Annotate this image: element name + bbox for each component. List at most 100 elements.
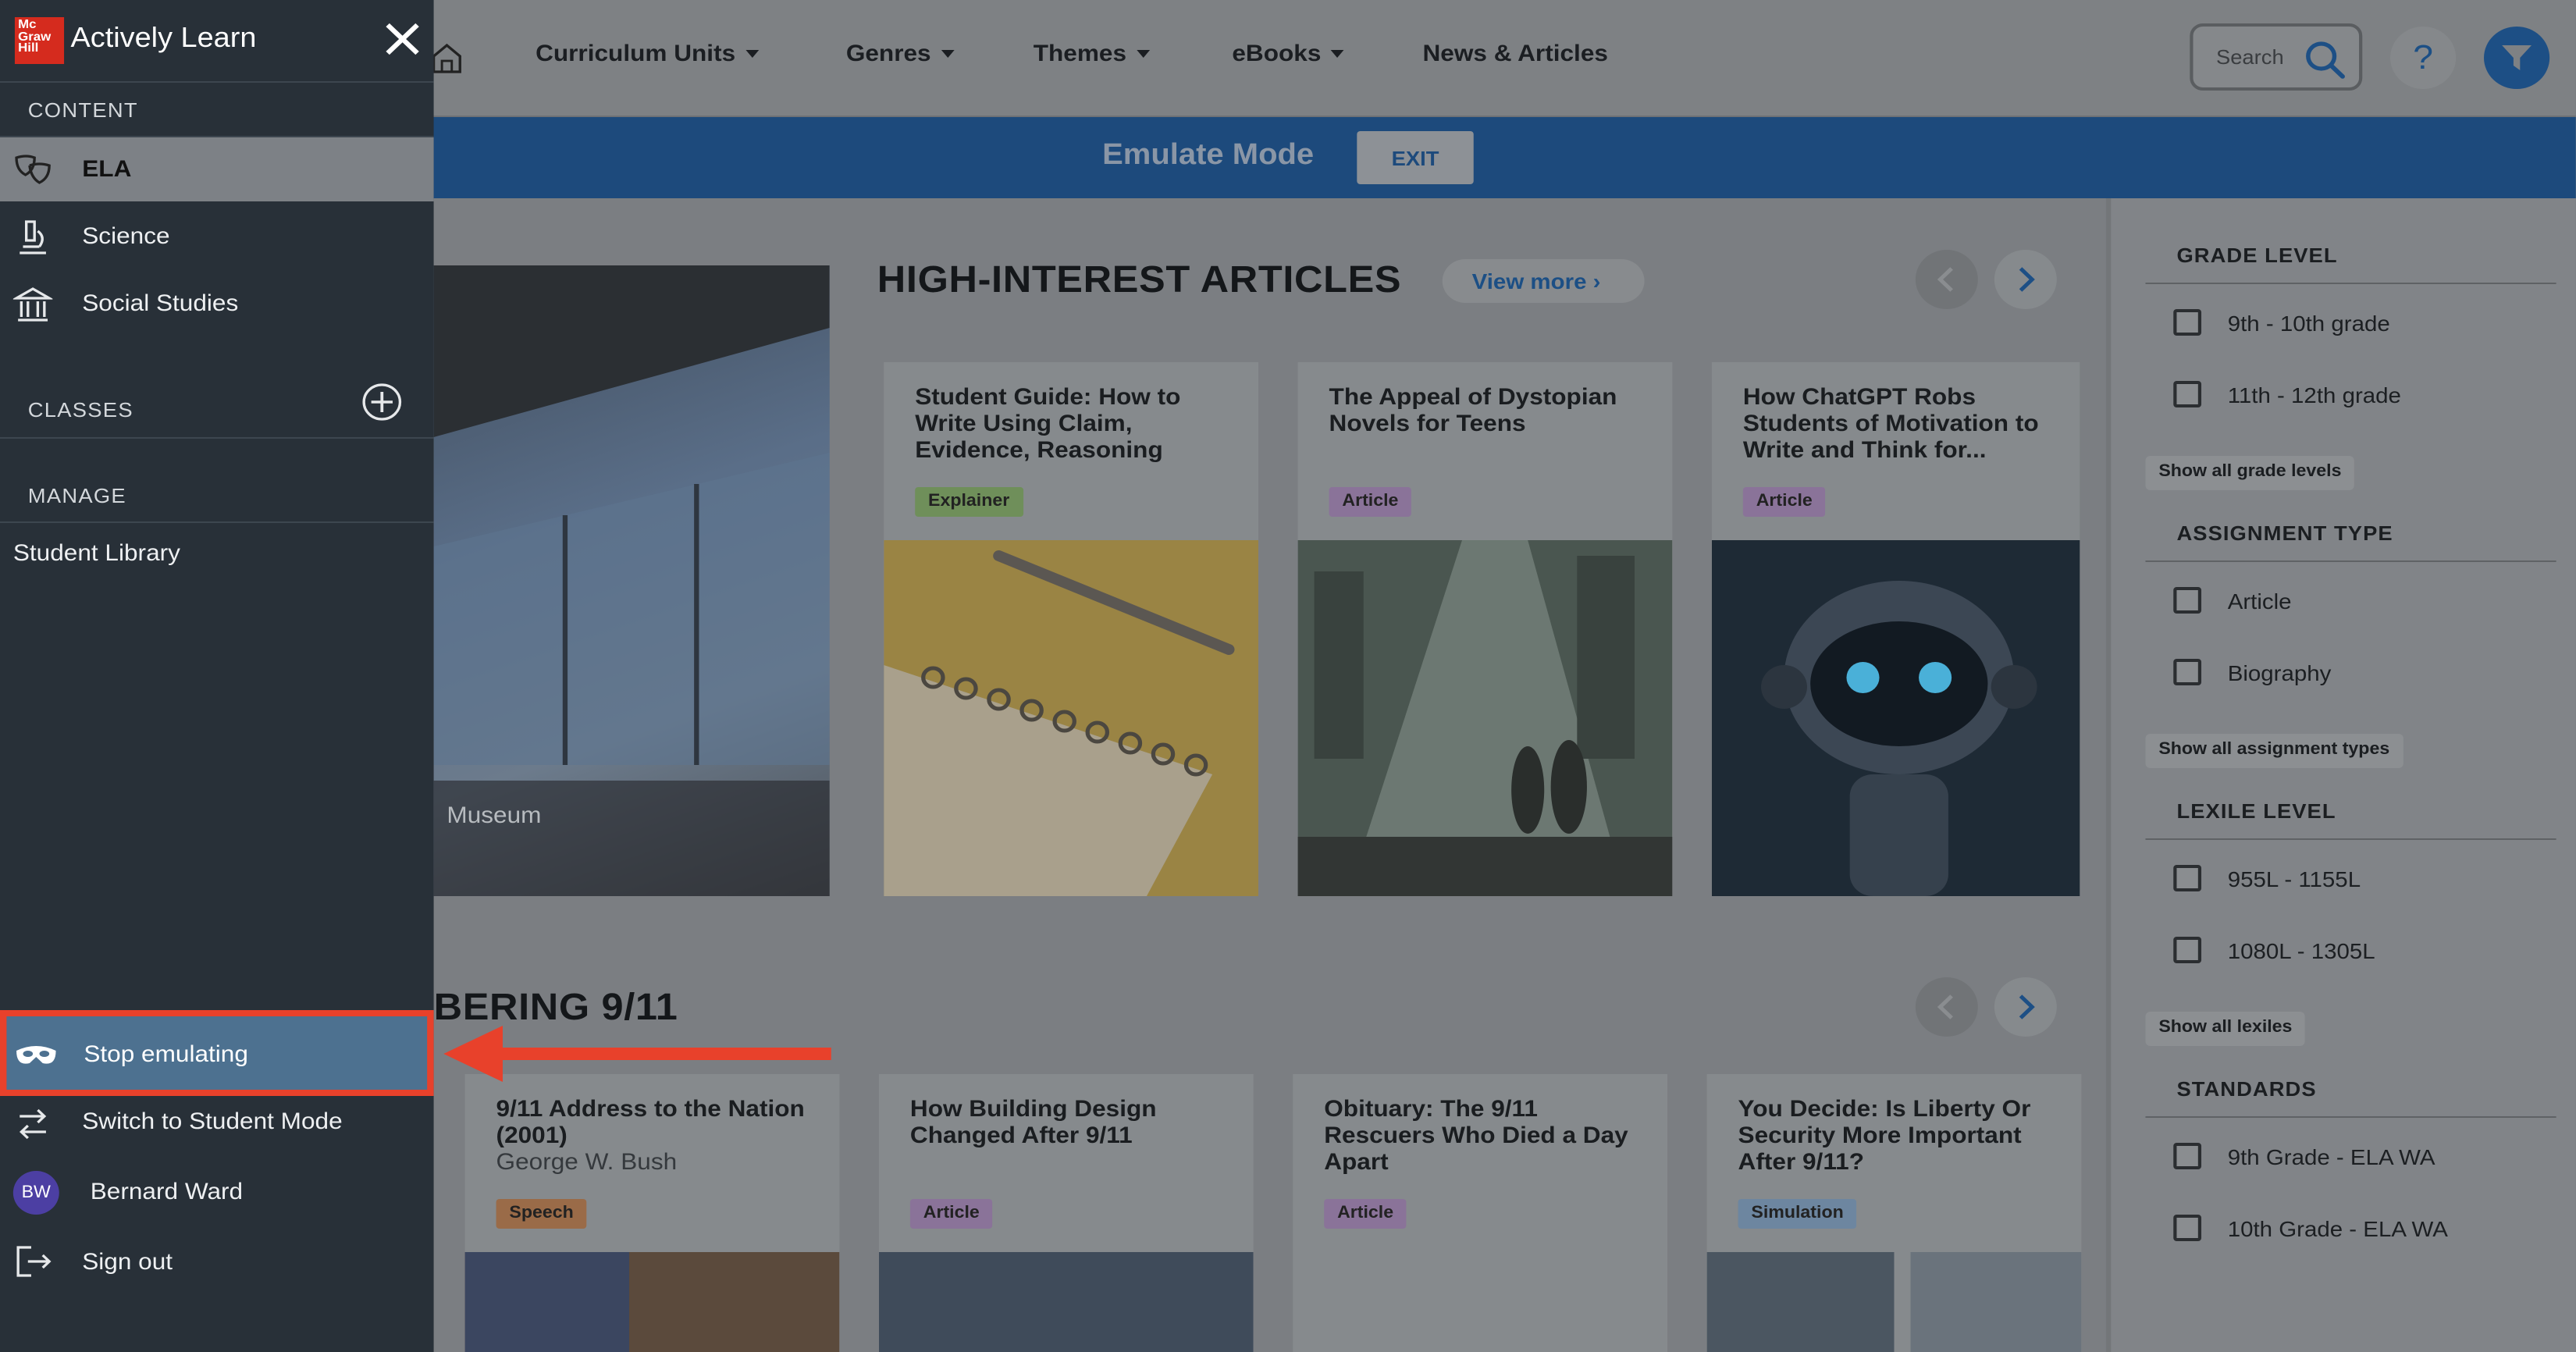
sidebar-item-social-studies[interactable]: Social Studies bbox=[0, 272, 434, 336]
genre-badge: Simulation bbox=[1738, 1199, 1857, 1229]
view-more-button[interactable]: View more › bbox=[1442, 259, 1645, 303]
search-box bbox=[2190, 23, 2363, 91]
filter-header-grade: GRADE LEVEL bbox=[2176, 244, 2338, 267]
card-title: How ChatGPT Robs Students of Motivation … bbox=[1742, 384, 2039, 464]
sidebar-item-label: Sign out bbox=[82, 1249, 173, 1276]
sidebar-item-label: Science bbox=[82, 223, 170, 250]
show-all-grade-levels-button[interactable]: Show all grade levels bbox=[2145, 456, 2355, 490]
mask-icon bbox=[16, 1046, 56, 1064]
carousel-prev-button[interactable] bbox=[1915, 250, 1978, 309]
option-label: Biography bbox=[2227, 660, 2332, 685]
nav-genres[interactable]: Genres bbox=[846, 41, 955, 67]
article-card[interactable]: Student Guide: How to Write Using Claim,… bbox=[884, 362, 1259, 896]
carousel-prev-button[interactable] bbox=[1915, 977, 1978, 1037]
divider bbox=[2145, 838, 2556, 840]
divider bbox=[0, 437, 434, 439]
checkbox[interactable] bbox=[2173, 659, 2202, 685]
stop-emulating-button[interactable]: Stop emulating bbox=[0, 1010, 434, 1096]
divider bbox=[0, 81, 434, 83]
caret-down-icon bbox=[941, 50, 955, 58]
home-icon[interactable] bbox=[430, 41, 463, 75]
filter-button[interactable] bbox=[2484, 27, 2550, 89]
checkbox[interactable] bbox=[2173, 587, 2202, 614]
caret-down-icon bbox=[1331, 50, 1344, 58]
article-card[interactable]: Obituary: The 9/11 Rescuers Who Died a D… bbox=[1293, 1074, 1668, 1352]
option-label: 9th Grade - ELA WA bbox=[2227, 1144, 2435, 1169]
chevron-left-icon bbox=[1937, 994, 1953, 1019]
help-button[interactable]: ? bbox=[2390, 27, 2457, 89]
filter-option[interactable]: 955L - 1155L bbox=[2173, 865, 2361, 891]
checkbox[interactable] bbox=[2173, 937, 2202, 963]
search-input[interactable] bbox=[2215, 45, 2315, 69]
view-more-label: View more bbox=[1471, 269, 1587, 294]
nav-label: Themes bbox=[1033, 41, 1127, 67]
nav-ebooks[interactable]: eBooks bbox=[1232, 41, 1344, 67]
card-title: Obituary: The 9/11 Rescuers Who Died a D… bbox=[1324, 1096, 1628, 1176]
card-title: 9/11 Address to the Nation (2001) George … bbox=[496, 1096, 825, 1176]
checkbox[interactable] bbox=[2173, 309, 2202, 336]
sidebar-item-science[interactable]: Science bbox=[0, 205, 434, 269]
dystopian-city-image bbox=[1297, 540, 1673, 896]
sidebar: Mc Graw Hill Actively Learn CONTENT ELA Sc… bbox=[0, 0, 434, 1352]
option-label: 1080L - 1305L bbox=[2227, 938, 2375, 962]
filter-icon bbox=[2502, 45, 2532, 70]
genre-badge: Article bbox=[909, 1199, 993, 1229]
filter-option[interactable]: 9th - 10th grade bbox=[2173, 309, 2390, 336]
sidebar-item-label: Student Library bbox=[12, 539, 180, 566]
sidebar-item-switch-student-mode[interactable]: Switch to Student Mode bbox=[0, 1090, 434, 1154]
article-card[interactable]: 9/11 Address to the Nation (2001) George … bbox=[464, 1074, 840, 1352]
sidebar-item-sign-out[interactable]: Sign out bbox=[0, 1230, 434, 1294]
caret-down-icon bbox=[1136, 50, 1150, 58]
nav-curriculum-units[interactable]: Curriculum Units bbox=[535, 41, 759, 67]
close-icon[interactable] bbox=[381, 19, 424, 59]
card-title-text: 9/11 Address to the Nation (2001) bbox=[496, 1096, 805, 1149]
theater-masks-icon bbox=[15, 155, 51, 184]
add-class-icon[interactable] bbox=[361, 382, 403, 422]
article-card[interactable]: You Decide: Is Liberty Or Security More … bbox=[1706, 1074, 2082, 1352]
emulate-mode-label: Emulate Mode bbox=[1102, 139, 1315, 172]
filter-header-assignment: ASSIGNMENT TYPE bbox=[2176, 521, 2393, 545]
sidebar-item-ela[interactable]: ELA bbox=[0, 137, 434, 201]
sidebar-item-student-library[interactable]: Student Library bbox=[0, 521, 434, 584]
filter-option[interactable]: 9th Grade - ELA WA bbox=[2173, 1143, 2435, 1169]
nav-label: Curriculum Units bbox=[535, 41, 736, 67]
nav-news-articles[interactable]: News & Articles bbox=[1422, 41, 1607, 67]
search-icon[interactable] bbox=[2304, 39, 2347, 80]
genre-badge: Speech bbox=[496, 1199, 587, 1229]
show-all-lexiles-button[interactable]: Show all lexiles bbox=[2145, 1012, 2306, 1046]
filter-option[interactable]: 10th Grade - ELA WA bbox=[2173, 1215, 2448, 1241]
stop-emulating-label: Stop emulating bbox=[84, 1041, 248, 1068]
museum-icon bbox=[12, 287, 53, 322]
filter-option[interactable]: 1080L - 1305L bbox=[2173, 937, 2375, 963]
filter-option[interactable]: Article bbox=[2173, 587, 2292, 614]
carousel-next-button[interactable] bbox=[1994, 250, 2057, 309]
divider bbox=[2145, 283, 2556, 284]
annotation-arrow bbox=[443, 1026, 831, 1082]
filter-option[interactable]: 11th - 12th grade bbox=[2173, 381, 2401, 407]
card-author: George W. Bush bbox=[496, 1149, 678, 1176]
sidebar-item-label: Social Studies bbox=[82, 290, 239, 317]
article-card[interactable]: How Building Design Changed After 9/11 A… bbox=[878, 1074, 1254, 1352]
divider bbox=[2145, 1116, 2556, 1118]
hero-image[interactable]: Museum bbox=[433, 265, 830, 896]
filter-header-lexile: LEXILE LEVEL bbox=[2176, 799, 2336, 823]
nav-label: News & Articles bbox=[1422, 41, 1608, 67]
card-title: You Decide: Is Liberty Or Security More … bbox=[1738, 1096, 2031, 1176]
mcgraw-hill-logo: Mc Graw Hill bbox=[14, 17, 65, 64]
carousel-next-button[interactable] bbox=[1994, 977, 2057, 1037]
checkbox[interactable] bbox=[2173, 1143, 2202, 1169]
checkbox[interactable] bbox=[2173, 1215, 2202, 1241]
chevron-right-icon bbox=[2019, 994, 2035, 1019]
nav-themes[interactable]: Themes bbox=[1034, 41, 1150, 67]
genre-badge: Article bbox=[1324, 1199, 1407, 1229]
sidebar-item-user[interactable]: Bernard Ward bbox=[0, 1160, 434, 1224]
checkbox[interactable] bbox=[2173, 865, 2202, 891]
sidebar-item-label: ELA bbox=[82, 156, 132, 183]
article-card[interactable]: The Appeal of Dystopian Novels for Teens… bbox=[1297, 362, 1673, 896]
checkbox[interactable] bbox=[2173, 381, 2202, 407]
filter-option[interactable]: Biography bbox=[2173, 659, 2331, 685]
filter-panel: GRADE LEVEL 9th - 10th grade 11th - 12th… bbox=[2105, 198, 2576, 1352]
exit-emulate-button[interactable]: EXIT bbox=[1357, 131, 1474, 184]
article-card[interactable]: How ChatGPT Robs Students of Motivation … bbox=[1711, 362, 2080, 896]
show-all-assignment-types-button[interactable]: Show all assignment types bbox=[2145, 734, 2403, 768]
